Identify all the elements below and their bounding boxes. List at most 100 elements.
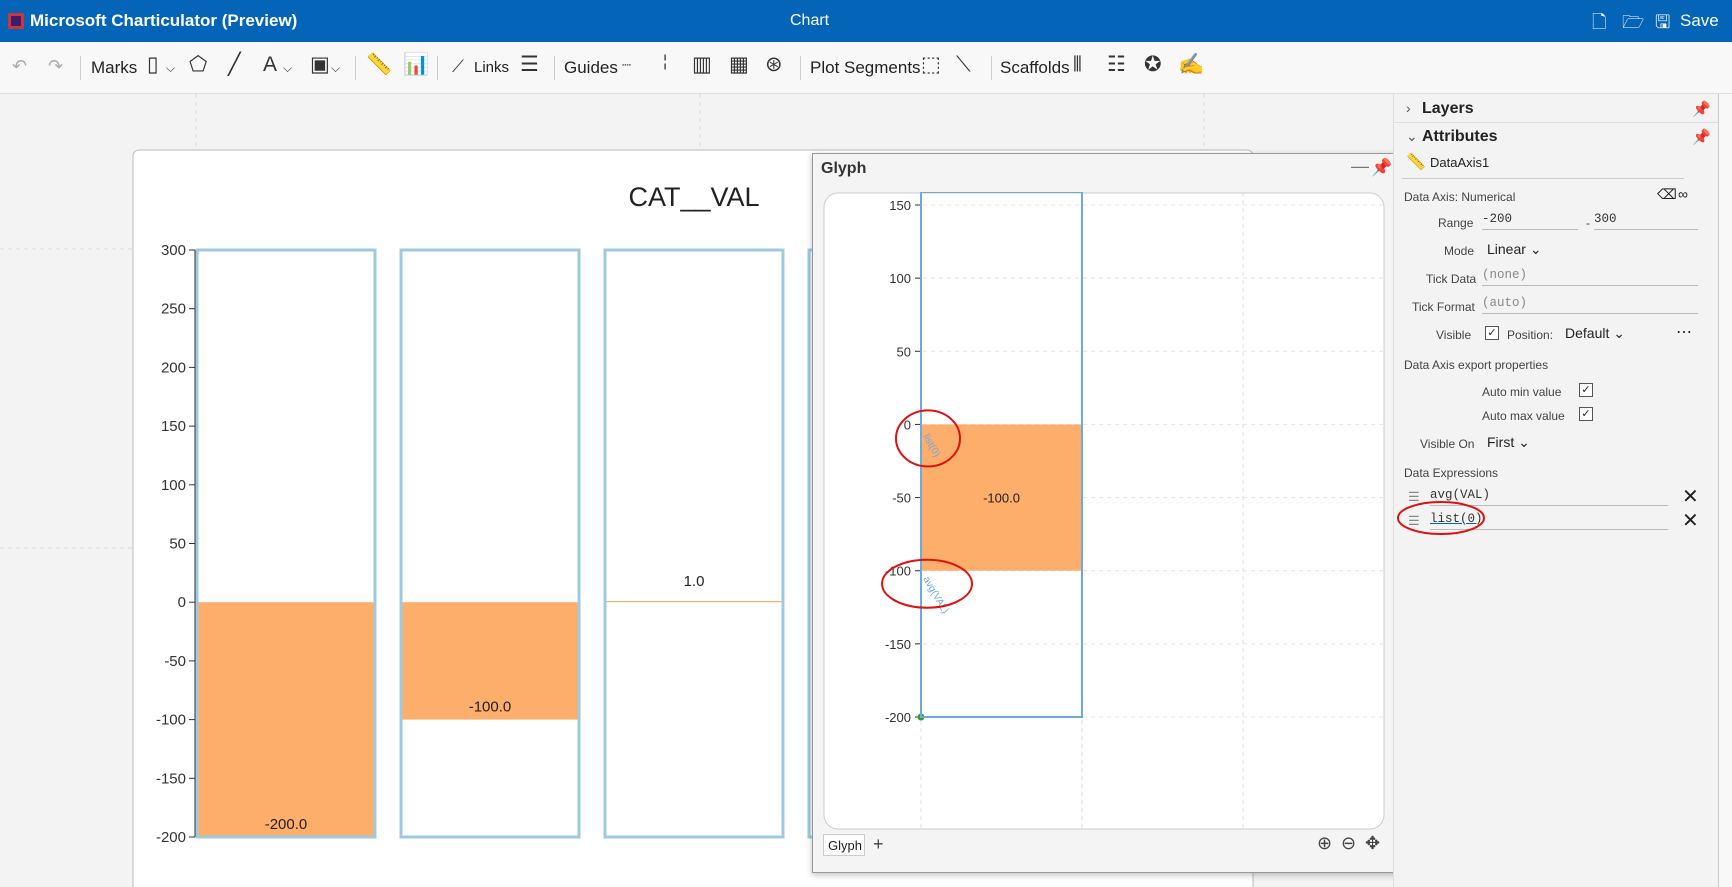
open-folder-icon[interactable]: 🗁 (1622, 10, 1644, 40)
attributes-header[interactable]: Attributes (1422, 128, 1498, 146)
glyph-panel-title: Glyph (821, 160, 867, 177)
expressions-title: Data Expressions (1404, 466, 1499, 480)
position-value: Default (1565, 325, 1610, 341)
mode-label: Mode (1444, 244, 1475, 258)
link-icon[interactable]: ∞ (1678, 186, 1688, 202)
y-tick-label: -50 (892, 491, 911, 506)
zoom-out-icon[interactable]: ⊖ (1341, 833, 1356, 854)
y-tick-label: 300 (161, 242, 186, 259)
position-dropdown[interactable]: Default ⌄ (1565, 325, 1625, 342)
layers-header[interactable]: Layers (1422, 100, 1474, 118)
range-min-input[interactable]: -200 (1482, 212, 1578, 230)
data-axis-icon: 📏 (1406, 154, 1426, 171)
divider (1402, 178, 1684, 179)
toolbar-divider (437, 56, 438, 80)
nested-chart-icon[interactable]: 📊 (403, 54, 429, 75)
close-icon[interactable]: ✕ (1682, 484, 1699, 509)
range-separator: - (1586, 216, 1590, 230)
rectangle-mark-icon[interactable]: ▯ (147, 54, 159, 75)
glyph-chart[interactable]: 150100500-50-100-150-200 -100.0 list(0)a… (823, 192, 1385, 832)
y-tick-label: 200 (161, 359, 186, 376)
grid-x-icon[interactable]: ▥ (692, 54, 712, 75)
guides-label: Guides (564, 58, 618, 77)
visible-on-value: First (1487, 434, 1515, 450)
zoom-fit-icon[interactable]: ✥ (1365, 833, 1380, 854)
horizontal-scaffold-icon[interactable]: ⫴ (1073, 54, 1082, 75)
chevron-right-icon[interactable]: › (1406, 100, 1411, 116)
grid-xy-icon[interactable]: ▦ (729, 54, 749, 75)
chevron-down-icon[interactable]: ⌄ (1406, 128, 1418, 145)
glyph-panel[interactable]: Glyph — 📌 150 100 50 0 -50 -100 -150 -200 -100.… (812, 153, 1398, 873)
toolbar-divider (554, 56, 555, 80)
zoom-in-icon[interactable]: ⊕ (1317, 833, 1332, 854)
scaffolds-label: Scaffolds (1000, 58, 1070, 77)
guide-icon[interactable]: ┈ (622, 58, 631, 73)
app-logo (8, 13, 24, 29)
legend-icon[interactable]: ☰ (520, 54, 539, 75)
undo-icon[interactable]: ↶ (12, 57, 27, 75)
chevron-down-icon[interactable]: ⌵ (283, 62, 292, 74)
curve-scaffold-icon[interactable]: ✍ (1178, 54, 1204, 75)
toolbar-divider (355, 56, 356, 80)
save-icon[interactable]: 🖫 (1655, 10, 1670, 40)
new-file-icon[interactable]: 🗋 (1592, 10, 1606, 40)
auto-max-checkbox[interactable]: ✓ (1579, 407, 1593, 421)
chevron-down-icon: ⌄ (1518, 434, 1530, 450)
redo-icon[interactable]: ↷ (48, 57, 63, 75)
y-tick-label: -150 (156, 770, 186, 787)
tick-data-input[interactable]: (none) (1482, 268, 1698, 286)
close-icon[interactable]: ✕ (1682, 508, 1699, 533)
minimize-icon[interactable]: — (1351, 156, 1369, 177)
bar (605, 601, 783, 603)
symbol-mark-icon[interactable]: ⬠ (189, 54, 207, 75)
data-label: -100.0 (983, 491, 1020, 506)
add-glyph-icon[interactable]: + (873, 834, 884, 855)
tick-format-label: Tick Format (1412, 300, 1475, 314)
data-label: -200.0 (265, 816, 308, 833)
eraser-icon[interactable]: ⌫ (1657, 186, 1677, 203)
vertical-scaffold-icon[interactable]: ☷ (1107, 54, 1126, 75)
toolbar-divider (991, 56, 992, 80)
more-options-icon[interactable]: ⋯ (1676, 322, 1692, 342)
polar-scaffold-icon[interactable]: ✪ (1144, 54, 1162, 75)
annotation-circle (1397, 501, 1485, 535)
document-title: Chart (790, 12, 830, 29)
collapsed-panel[interactable] (1718, 94, 1732, 887)
links-button[interactable]: Links (474, 59, 509, 76)
polar-guide-icon[interactable]: ⊛ (765, 54, 783, 75)
image-mark-icon[interactable]: ▣ (310, 54, 330, 75)
guide-coordinator-icon[interactable]: ¦ (663, 54, 667, 70)
marks-label: Marks (91, 58, 138, 77)
chevron-down-icon: ⌄ (1613, 325, 1625, 341)
range-max-input[interactable]: 300 (1594, 212, 1698, 230)
glyph-canvas[interactable] (823, 192, 1385, 830)
divider (1394, 122, 1719, 123)
section-title: Data Axis: Numerical (1404, 190, 1516, 204)
app-title: Microsoft Charticulator (Preview) (30, 11, 298, 30)
chevron-down-icon[interactable]: ⌵ (331, 62, 340, 74)
text-mark-icon[interactable]: A (263, 54, 277, 75)
save-button[interactable]: Save (1680, 11, 1719, 31)
bar (197, 602, 375, 837)
pin-icon[interactable]: 📌 (1692, 128, 1711, 146)
range-label: Range (1438, 216, 1474, 230)
visible-on-dropdown[interactable]: First ⌄ (1487, 434, 1530, 451)
line-mark-icon[interactable]: ╱ (228, 54, 241, 75)
links-icon[interactable]: ⟋ (452, 58, 464, 75)
pin-icon[interactable]: 📌 (1692, 100, 1711, 118)
visible-checkbox[interactable]: ✓ (1485, 326, 1499, 340)
y-tick-label: -200 (885, 710, 911, 725)
tick-format-input[interactable]: (auto) (1482, 296, 1698, 314)
y-tick-label: 0 (178, 594, 186, 611)
data-label: -100.0 (469, 699, 512, 716)
region-2d-icon[interactable]: ⬚ (921, 54, 941, 75)
glyph-tab[interactable]: Glyph (823, 834, 865, 856)
chevron-down-icon[interactable]: ⌵ (166, 62, 175, 74)
y-tick-label: 150 (161, 418, 186, 435)
line-plot-segment-icon[interactable]: ⟍ (956, 54, 971, 75)
toolbar: ↶ ↷ Marks ▯ ⌵ ⬠ ╱ A ⌵ ▣ ⌵ 📏 📊 ⟋ Links ☰ … (0, 42, 1732, 94)
pin-icon[interactable]: 📌 (1371, 158, 1392, 178)
data-axis-icon[interactable]: 📏 (366, 54, 392, 75)
auto-min-checkbox[interactable]: ✓ (1579, 383, 1593, 397)
mode-dropdown[interactable]: Linear ⌄ (1487, 241, 1542, 258)
